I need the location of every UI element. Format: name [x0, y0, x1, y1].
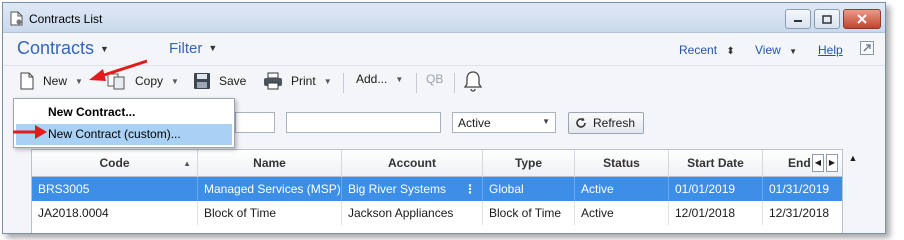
chevron-up-icon: ▲: [848, 153, 858, 163]
column-header-label: Start Date: [687, 156, 744, 170]
status-select[interactable]: Active ▼: [452, 112, 556, 133]
column-header-code[interactable]: Code ▲: [32, 150, 198, 177]
new-label: New: [43, 74, 68, 88]
popout-icon[interactable]: [859, 40, 875, 56]
updown-icon: ⬍: [726, 46, 735, 57]
caret-down-icon: ▼: [75, 76, 83, 86]
column-header-name[interactable]: Name: [198, 150, 342, 177]
new-button[interactable]: New ▼: [19, 72, 83, 90]
column-header-label: Type: [514, 156, 543, 170]
qb-button[interactable]: QB: [426, 72, 443, 86]
contracts-menu[interactable]: Contracts ▼: [17, 38, 109, 59]
cell-type: Global: [483, 177, 575, 201]
column-header-label: Name: [253, 156, 286, 170]
cell-type: Block of Time: [483, 201, 575, 225]
caret-down-icon: ▼: [395, 74, 404, 84]
scroll-left-button[interactable]: ◀: [812, 154, 824, 172]
filter-menu-label: Filter: [169, 40, 203, 57]
more-options-icon[interactable]: ⋮: [464, 177, 476, 201]
refresh-icon: [576, 117, 586, 128]
help-link[interactable]: Help: [818, 43, 843, 57]
document-icon: [10, 11, 23, 26]
column-header-account[interactable]: Account: [342, 150, 483, 177]
cell-account-text: Big River Systems: [348, 182, 447, 196]
recent-label: Recent: [679, 43, 718, 57]
maximize-button[interactable]: [814, 9, 840, 29]
annotation-arrow-icon: [13, 125, 47, 139]
caret-down-icon: ▼: [542, 117, 550, 126]
cell-start-date: 12/01/2018: [669, 201, 763, 225]
column-header-start-date[interactable]: Start Date: [669, 150, 763, 177]
toolbar-divider: [454, 73, 455, 93]
scroll-up-button[interactable]: ▲: [846, 153, 860, 167]
column-header-label: Account: [388, 156, 436, 170]
cell-account: Jackson Appliances: [342, 201, 483, 225]
column-header-label: End: [788, 156, 811, 170]
cell-start-date: 01/01/2019: [669, 177, 763, 201]
refresh-label: Refresh: [593, 116, 636, 130]
new-document-icon: [20, 72, 34, 90]
chevron-right-icon: ▶: [828, 158, 836, 167]
recent-menu[interactable]: Recent ⬍: [679, 43, 735, 57]
minimize-icon: [794, 20, 802, 22]
caret-down-icon: ▼: [789, 47, 798, 56]
toolbar-divider: [416, 73, 417, 93]
column-header-label: Code: [99, 156, 130, 170]
cell-account: Big River Systems ⋮: [342, 177, 483, 201]
contracts-menu-label: Contracts: [17, 38, 95, 58]
view-label: View: [755, 43, 781, 57]
sort-ascending-icon: ▲: [183, 159, 191, 168]
filter-menu[interactable]: Filter ▼: [169, 40, 217, 57]
save-label: Save: [219, 74, 247, 88]
refresh-button[interactable]: Refresh: [568, 112, 645, 134]
column-header-type[interactable]: Type: [483, 150, 575, 177]
cell-code: BRS3005: [32, 177, 198, 201]
print-label: Print: [291, 74, 316, 88]
table-row[interactable]: JA2018.0004 Block of Time Jackson Applia…: [32, 201, 842, 225]
contracts-grid: Code ▲ Name Account Type Status Start Da…: [31, 149, 843, 233]
caret-down-icon: ▼: [208, 43, 218, 53]
add-button[interactable]: Add... ▼: [356, 72, 403, 86]
close-icon: [857, 14, 867, 24]
cell-end: 12/31/2018: [769, 206, 830, 220]
caret-down-icon: ▼: [100, 44, 109, 54]
cell-status: Active: [575, 177, 669, 201]
printer-icon: [264, 72, 282, 90]
cell-status: Active: [575, 201, 669, 225]
qb-label: QB: [426, 72, 444, 86]
save-button[interactable]: Save: [193, 72, 246, 90]
table-row[interactable]: BRS3005 Managed Services (MSP) Big River…: [32, 177, 842, 201]
print-button[interactable]: Print ▼: [263, 72, 332, 90]
title-bar: Contracts List: [3, 3, 885, 33]
add-label: Add...: [356, 72, 388, 86]
cell-name: Block of Time: [198, 201, 342, 225]
chevron-left-icon: ◀: [814, 158, 822, 167]
scroll-right-button[interactable]: ▶: [826, 154, 838, 172]
annotation-arrow-icon: [89, 59, 148, 81]
close-button[interactable]: [843, 9, 881, 29]
filter-input-1[interactable]: [235, 112, 275, 133]
menu-item-new-contract[interactable]: New Contract...: [16, 102, 232, 123]
caret-down-icon: ▼: [171, 76, 179, 86]
bell-icon: [463, 71, 483, 92]
save-icon: [194, 73, 210, 89]
contracts-list-window: Contracts List Contracts ▼ Filter ▼ Recent…: [2, 2, 886, 234]
toolbar-divider: [343, 73, 344, 93]
cell-name: Managed Services (MSP): [198, 177, 342, 201]
column-header-status[interactable]: Status: [575, 150, 669, 177]
minimize-button[interactable]: [785, 9, 811, 29]
cell-end: 01/31/2019: [769, 182, 830, 196]
window-title: Contracts List: [29, 12, 103, 26]
cell-code: JA2018.0004: [32, 201, 198, 225]
filter-input-2[interactable]: [286, 112, 441, 133]
view-menu[interactable]: View ▼: [755, 43, 797, 57]
caret-down-icon: ▼: [323, 76, 332, 86]
status-select-value: Active: [458, 116, 491, 130]
notifications-button[interactable]: [463, 70, 483, 92]
maximize-icon: [822, 14, 832, 24]
grid-header: Code ▲ Name Account Type Status Start Da…: [32, 150, 842, 177]
column-header-label: Status: [603, 156, 640, 170]
